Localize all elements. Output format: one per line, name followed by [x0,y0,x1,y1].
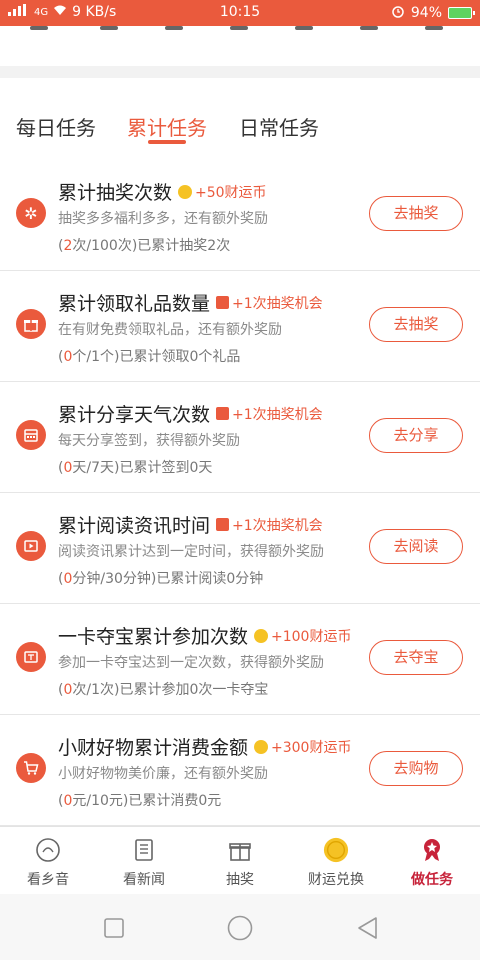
task-tabs: 每日任务 累计任务 日常任务 [0,78,480,160]
lottery-wheel-icon: ✲ [16,198,46,228]
cut-off-mark [425,26,443,30]
cut-off-mark [230,26,248,30]
task-progress: (0分钟/30分钟)已累计阅读0分钟 [58,571,264,587]
gift-icon [16,309,46,339]
go-lottery-button[interactable]: 去抽奖 [369,307,463,342]
go-share-button[interactable]: 去分享 [369,418,463,453]
task-title: 一卡夺宝累计参加次数 [58,626,249,648]
battery-percent: 94% [410,5,442,21]
cut-off-mark [30,26,48,30]
task-progress: (0次/1次)已累计参加0次一卡夺宝 [58,682,269,698]
task-description: 每天分享签到，获得额外奖励 [58,433,240,449]
nav-item-lottery[interactable]: 抽奖 [192,827,288,894]
nav-label: 做任务 [411,872,453,888]
nav-label: 财运兑换 [308,872,364,888]
task-title: 累计阅读资讯时间 [58,515,211,537]
home-button[interactable] [227,915,253,945]
task-progress: (0天/7天)已累计签到0天 [58,460,213,476]
cut-off-mark [165,26,183,30]
task-reward: +300财运币 [271,739,352,756]
back-button[interactable] [356,916,380,944]
task-item: ✲ 累计抽奖次数 +50财运币 抽奖多多福利多多，还有额外奖励 (2次/100次… [0,160,480,271]
recent-apps-button[interactable] [104,918,124,942]
medal-icon [419,837,445,863]
cut-off-mark [295,26,313,30]
task-reward: +1次抽奖机会 [232,517,323,534]
task-reward: +1次抽奖机会 [232,406,323,423]
news-icon [131,837,157,863]
task-progress: (2次/100次)已累计抽奖2次 [58,238,231,254]
radio-icon [35,837,61,863]
go-read-button[interactable]: 去阅读 [369,529,463,564]
task-item: 小财好物累计消费金额 +300财运币 小财好物物美价廉，还有额外奖励 (0元/1… [0,715,480,826]
task-reward: +50财运币 [195,184,267,201]
task-list: ✲ 累计抽奖次数 +50财运币 抽奖多多福利多多，还有额外奖励 (2次/100次… [0,160,480,826]
top-strip [0,26,480,66]
task-progress: (0个/1个)已累计领取0个礼品 [58,349,241,365]
gift-ticket-icon [216,407,230,420]
task-title: 小财好物累计消费金额 [58,737,249,759]
go-shopping-button[interactable]: 去购物 [369,751,463,786]
task-item: 累计阅读资讯时间 +1次抽奖机会 阅读资讯累计达到一定时间，获得额外奖励 (0分… [0,493,480,604]
task-title: 累计抽奖次数 [58,182,173,204]
task-description: 在有财免费领取礼品，还有额外奖励 [58,322,282,338]
tab-active-indicator [148,140,186,144]
gift-ticket-icon [216,296,230,309]
task-description: 小财好物物美价廉，还有额外奖励 [58,766,268,782]
cut-off-mark [360,26,378,30]
system-nav-bar [0,894,480,960]
task-reward: +100财运币 [271,628,352,645]
cart-icon [16,753,46,783]
task-description: 阅读资讯累计达到一定时间，获得额外奖励 [58,544,324,560]
coin-icon [254,739,269,754]
nav-label: 抽奖 [226,872,254,888]
nav-item-local-voice[interactable]: 看乡音 [0,827,96,894]
task-description: 抽奖多多福利多多，还有额外奖励 [58,211,268,227]
nav-item-fortune-exchange[interactable]: 财运兑换 [288,827,384,894]
nav-label: 看乡音 [27,872,69,888]
go-lottery-button[interactable]: 去抽奖 [369,196,463,231]
gold-coin-icon [323,837,349,863]
bottom-nav: 看乡音 看新闻 抽奖 财运兑换 做任务 [0,826,480,894]
task-item: 一卡夺宝累计参加次数 +100财运币 参加一卡夺宝达到一定次数，获得额外奖励 (… [0,604,480,715]
task-title: 累计领取礼品数量 [58,293,211,315]
nav-item-tasks[interactable]: 做任务 [384,827,480,894]
task-reward: +1次抽奖机会 [232,295,323,312]
go-treasure-button[interactable]: 去夺宝 [369,640,463,675]
gift-ticket-icon [216,518,230,531]
gift-box-icon [227,837,253,863]
tab-routine[interactable]: 日常任务 [239,112,319,141]
task-progress: (0元/10元)已累计消费0元 [58,793,222,809]
tab-cumulative[interactable]: 累计任务 [127,112,207,141]
coin-icon [178,184,193,199]
coin-icon [254,628,269,643]
battery-icon [448,7,475,19]
task-item: 累计分享天气次数 +1次抽奖机会 每天分享签到，获得额外奖励 (0天/7天)已累… [0,382,480,493]
calendar-icon [16,420,46,450]
tab-daily[interactable]: 每日任务 [16,112,96,141]
status-bar: 4G 9 KB/s 10:15 94% [0,0,480,26]
section-divider [0,66,480,78]
task-description: 参加一卡夺宝达到一定次数，获得额外奖励 [58,655,324,671]
cut-off-mark [100,26,118,30]
nav-item-news[interactable]: 看新闻 [96,827,192,894]
nav-label: 看新闻 [123,872,165,888]
task-title: 累计分享天气次数 [58,404,211,426]
alarm-icon [391,4,405,22]
task-item: 累计领取礼品数量 +1次抽奖机会 在有财免费领取礼品，还有额外奖励 (0个/1个… [0,271,480,382]
treasure-icon [16,642,46,672]
video-icon [16,531,46,561]
